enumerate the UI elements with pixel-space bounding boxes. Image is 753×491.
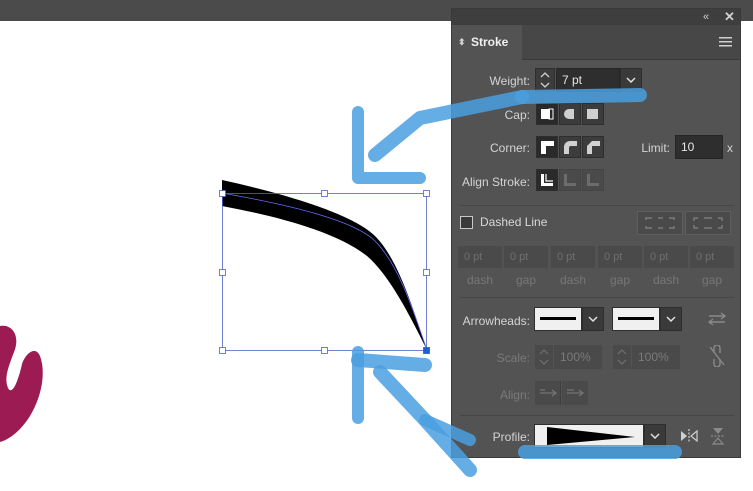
- align-label: Align:: [499, 388, 530, 402]
- line-preview-icon: [540, 317, 576, 320]
- gap-1-field[interactable]: 0 pt: [504, 246, 548, 268]
- dash-1-label: dash: [466, 273, 494, 287]
- weight-label: Weight:: [489, 74, 530, 88]
- taper-profile-preview-icon: [547, 427, 635, 445]
- tab-stroke-label: Stroke: [471, 35, 509, 49]
- gap-3-label: gap: [701, 273, 723, 287]
- align-stroke-center-button[interactable]: [536, 169, 558, 191]
- tab-stroke[interactable]: ⬍ Stroke: [452, 25, 522, 60]
- panel-title-strip: « ✕: [452, 9, 740, 25]
- limit-unit: x: [727, 141, 733, 155]
- selected-stroke-path[interactable]: [215, 176, 435, 361]
- arrow-place-icon: [567, 389, 585, 397]
- bevel-join-icon: [587, 141, 600, 154]
- round-join-icon: [564, 141, 577, 154]
- dash-1-field[interactable]: 0 pt: [458, 246, 502, 268]
- link-scale-icon[interactable]: [708, 345, 726, 367]
- butt-cap-icon: [541, 108, 554, 120]
- double-chevron-left-icon[interactable]: «: [703, 9, 709, 25]
- arrow-extend-icon: [540, 389, 558, 397]
- tab-expand-arrows-icon: ⬍: [458, 37, 466, 47]
- align-outside-icon: [587, 174, 599, 186]
- miter-join-icon: [541, 141, 554, 154]
- section-divider: [460, 205, 734, 206]
- dashed-line-checkbox[interactable]: [460, 216, 473, 229]
- panel-tab-bar: ⬍ Stroke: [452, 25, 740, 60]
- chevron-down-icon: [588, 316, 598, 322]
- hamburger-menu-icon[interactable]: [719, 37, 732, 47]
- align-stroke-inside-button[interactable]: [559, 169, 581, 191]
- section-divider: [460, 297, 734, 298]
- end-arrowhead-dropdown[interactable]: [612, 307, 660, 331]
- gap-3-field[interactable]: 0 pt: [690, 246, 734, 268]
- projecting-cap-button[interactable]: [582, 103, 604, 125]
- scale-label: Scale:: [496, 351, 530, 365]
- dash-corners-icon: [645, 217, 675, 229]
- align-inside-icon: [564, 174, 576, 186]
- stepper-arrows-icon: [540, 72, 550, 88]
- butt-cap-button[interactable]: [536, 103, 558, 125]
- section-divider: [460, 415, 734, 416]
- arrowheads-label: Arrowheads:: [462, 314, 530, 328]
- round-join-button[interactable]: [559, 136, 581, 158]
- round-cap-button[interactable]: [559, 103, 581, 125]
- gap-1-label: gap: [515, 273, 537, 287]
- align-center-icon: [541, 174, 553, 186]
- swap-arrowheads-icon[interactable]: [708, 311, 726, 327]
- end-arrowhead-chevron[interactable]: [660, 307, 682, 331]
- miter-limit-input[interactable]: 10: [675, 135, 723, 159]
- dashed-line-label: Dashed Line: [480, 215, 548, 229]
- dash-align-icon: [693, 217, 723, 229]
- corner-label: Corner:: [489, 141, 530, 155]
- stepper-arrows-icon: [617, 349, 627, 365]
- dash-align-button[interactable]: [685, 211, 731, 235]
- cap-label: Cap:: [504, 108, 530, 122]
- scale-start-input[interactable]: 100%: [554, 345, 602, 369]
- gap-2-label: gap: [609, 273, 631, 287]
- width-profile-dropdown[interactable]: [534, 424, 644, 448]
- align-stroke-outside-button[interactable]: [582, 169, 604, 191]
- dash-preserve-button[interactable]: [637, 211, 683, 235]
- dash-2-label: dash: [559, 273, 587, 287]
- close-icon[interactable]: ✕: [724, 9, 735, 25]
- start-arrowhead-chevron[interactable]: [582, 307, 604, 331]
- align-arrow-place-button[interactable]: [562, 381, 588, 405]
- start-arrowhead-dropdown[interactable]: [534, 307, 582, 331]
- chevron-down-icon: [650, 433, 660, 439]
- bevel-join-button[interactable]: [582, 136, 604, 158]
- stepper-arrows-icon: [539, 349, 549, 365]
- weight-input[interactable]: 7 pt: [556, 68, 620, 92]
- dash-2-field[interactable]: 0 pt: [551, 246, 595, 268]
- align-arrow-extend-button[interactable]: [535, 381, 561, 405]
- stroke-panel: « ✕ ⬍ Stroke Weight: 7 pt Cap: Corner: L…: [451, 8, 741, 458]
- chevron-down-icon: [626, 77, 636, 83]
- weight-dropdown-button[interactable]: [620, 68, 642, 92]
- gap-2-field[interactable]: 0 pt: [598, 246, 642, 268]
- chevron-down-icon: [666, 316, 676, 322]
- scale-end-stepper[interactable]: [613, 345, 631, 369]
- miter-join-button[interactable]: [536, 136, 558, 158]
- dash-3-label: dash: [652, 273, 680, 287]
- flip-across-icon[interactable]: [710, 427, 726, 445]
- round-cap-icon: [564, 109, 574, 119]
- dash-3-field[interactable]: 0 pt: [644, 246, 688, 268]
- limit-label: Limit:: [641, 141, 670, 155]
- flip-along-icon[interactable]: [679, 428, 699, 444]
- line-preview-icon: [618, 317, 654, 320]
- scale-start-stepper[interactable]: [535, 345, 553, 369]
- width-profile-chevron[interactable]: [644, 424, 666, 448]
- weight-stepper[interactable]: [535, 68, 555, 92]
- crimson-artwork-shape[interactable]: [0, 316, 60, 456]
- align-stroke-label: Align Stroke:: [461, 175, 530, 189]
- profile-label: Profile:: [492, 430, 530, 444]
- scale-end-input[interactable]: 100%: [632, 345, 680, 369]
- projecting-cap-icon: [587, 109, 598, 119]
